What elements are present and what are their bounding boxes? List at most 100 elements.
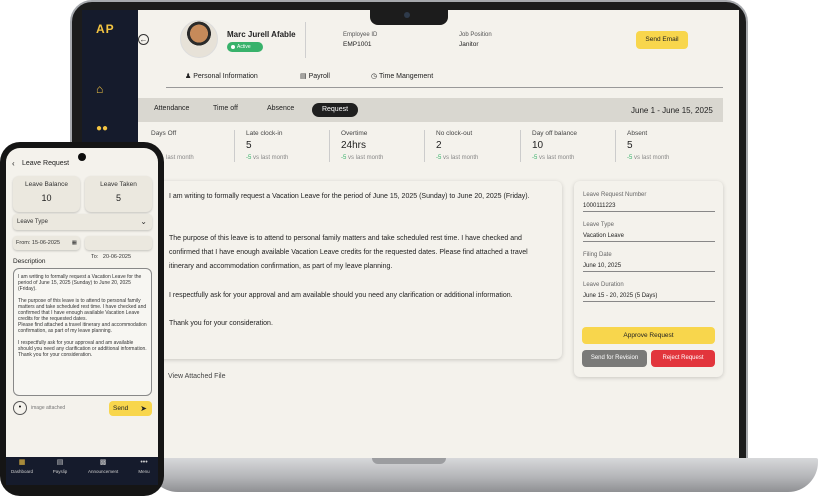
laptop-camera xyxy=(404,12,410,18)
leave-type-label: Leave Type xyxy=(583,222,614,228)
menu-dots-icon: ••• xyxy=(140,459,148,466)
stat-late-label: Late clock-in xyxy=(246,130,283,137)
description-label: Description xyxy=(13,258,46,265)
paperclip-icon[interactable]: • xyxy=(13,401,27,415)
nav-announcement[interactable]: ▩ Announcement xyxy=(88,457,118,474)
tab-time-management[interactable]: ◷ Time Mangement xyxy=(371,72,433,80)
leave-type-select[interactable]: Leave Type ⌄ xyxy=(13,214,152,230)
request-number-value: 1000111223 xyxy=(583,203,715,212)
tab-personal-information-label: Personal Information xyxy=(193,73,258,80)
people-icon[interactable]: ●● xyxy=(96,123,108,134)
leave-taken-label: Leave Taken xyxy=(100,181,137,188)
letter-paragraph-3: I respectfully ask for your approval and… xyxy=(169,292,513,299)
back-button[interactable]: ← xyxy=(138,34,149,45)
to-date-value: To: 20-06-2025 xyxy=(90,254,132,260)
phone-page-title: Leave Request xyxy=(22,160,70,167)
stat-late-value: 5 xyxy=(246,140,252,151)
stat-no-clock-out-value: 2 xyxy=(436,140,442,151)
date-range: June 1 - June 15, 2025 xyxy=(631,106,713,115)
stat-divider xyxy=(329,130,330,162)
send-arrow-icon: ➤ xyxy=(140,404,147,413)
letter-paragraph-2: The purpose of this leave is to attend t… xyxy=(169,235,528,270)
send-for-revision-button[interactable]: Send for Revision xyxy=(582,350,647,367)
tab-request[interactable]: Request xyxy=(312,103,358,117)
stat-late-sub: -5 vs last month xyxy=(246,155,289,161)
description-text: I am writing to formally request a Vacat… xyxy=(18,274,147,358)
employee-id-value: EMP1001 xyxy=(343,41,372,48)
laptop-base xyxy=(148,458,818,492)
from-date-value: From: 15-06-2025 xyxy=(16,240,61,246)
dashboard-icon: ▦ xyxy=(18,459,26,466)
status-badge: Active xyxy=(227,42,263,52)
job-position-label: Job Position xyxy=(459,32,492,38)
leave-duration-value: June 15 - 20, 2025 (5 Days) xyxy=(583,293,715,302)
phone-back-icon[interactable]: ‹ xyxy=(12,159,15,168)
leave-balance-label: Leave Balance xyxy=(24,181,68,188)
stat-overtime-sub: -5 vs last month xyxy=(341,155,384,161)
tab-attendance[interactable]: Attendance xyxy=(154,105,189,112)
stat-overtime-label: Overtime xyxy=(341,130,368,137)
leave-taken-card: Leave Taken 5 xyxy=(85,176,152,212)
leave-taken-value: 5 xyxy=(115,193,121,203)
approve-request-button[interactable]: Approve Request xyxy=(582,327,715,344)
stat-no-clock-out-sub: -5 vs last month xyxy=(436,155,479,161)
leave-duration-label: Leave Duration xyxy=(583,282,624,288)
avatar xyxy=(180,20,218,58)
view-attached-file-link[interactable]: View Attached File xyxy=(168,373,225,380)
stat-divider xyxy=(520,130,521,162)
announcement-icon: ▩ xyxy=(99,459,107,466)
leave-type-placeholder: Leave Type xyxy=(17,219,48,225)
leave-type-value: Vacation Leave xyxy=(583,233,715,242)
header-divider xyxy=(305,22,306,58)
employee-id-label: Employee ID xyxy=(343,32,378,38)
tab-time-management-label: Time Mangement xyxy=(378,73,434,80)
from-date-field[interactable]: From: 15-06-2025 ▦ xyxy=(13,236,80,250)
send-button[interactable]: Send ➤ xyxy=(109,401,152,416)
leave-balance-value: 10 xyxy=(41,193,52,203)
home-icon[interactable]: ⌂ xyxy=(96,82,103,96)
filing-date-label: Filing Date xyxy=(583,252,612,258)
clock-icon: ◷ xyxy=(371,73,378,80)
stat-divider xyxy=(615,130,616,162)
employee-name: Marc Jurell Afable xyxy=(227,30,296,39)
app-logo[interactable]: AP xyxy=(96,22,115,36)
send-email-button[interactable]: Send Email xyxy=(636,31,688,49)
tab-payroll-label: Payroll xyxy=(308,73,330,80)
stat-no-clock-out-label: No clock-out xyxy=(436,130,473,137)
nav-menu[interactable]: ••• Menu xyxy=(129,457,159,474)
attachment-label: image attached xyxy=(31,405,66,411)
leave-balance-card: Leave Balance 10 xyxy=(13,176,80,212)
phone-camera xyxy=(78,153,86,161)
stat-overtime-value: 24hrs xyxy=(341,140,367,151)
stat-divider xyxy=(234,130,235,162)
stat-day-off-balance-value: 10 xyxy=(532,140,544,151)
stat-days-off-label: Days Off xyxy=(151,130,177,137)
request-number-label: Leave Request Number xyxy=(583,192,647,198)
tab-payroll[interactable]: ▤ Payroll xyxy=(300,72,330,80)
filing-date-value: June 10, 2025 xyxy=(583,263,715,272)
calendar-icon: ▦ xyxy=(71,240,77,246)
person-icon: ♟ xyxy=(185,73,192,80)
tab-time-off[interactable]: Time off xyxy=(213,105,238,112)
letter-paragraph-4: Thank you for your consideration. xyxy=(169,320,273,327)
stat-divider xyxy=(424,130,425,162)
tab-absence[interactable]: Absence xyxy=(267,105,294,112)
stat-absent-value: 5 xyxy=(627,140,633,151)
phone-bottom-nav: ▦ Dashboard ▤ Payslip ▩ Announcement ••• Men… xyxy=(6,457,158,485)
payroll-icon: ▤ xyxy=(300,73,307,80)
to-date-field[interactable]: To: 20-06-2025 ▦ xyxy=(85,236,152,274)
nav-payslip[interactable]: ▤ Payslip xyxy=(45,457,75,474)
stat-day-off-balance-label: Day off balance xyxy=(532,130,578,137)
laptop-base-lip xyxy=(372,458,446,464)
stat-days-off-sub: last month xyxy=(166,155,194,161)
send-button-label: Send xyxy=(113,405,129,412)
stat-absent-sub: -5 vs last month xyxy=(627,155,670,161)
nav-dashboard[interactable]: ▦ Dashboard xyxy=(7,457,37,474)
stat-absent-label: Absent xyxy=(627,130,648,137)
chevron-down-icon: ⌄ xyxy=(140,217,147,226)
tab-personal-information[interactable]: ♟ Personal Information xyxy=(185,72,258,80)
payslip-icon: ▤ xyxy=(56,459,64,466)
letter-paragraph-1: I am writing to formally request a Vacat… xyxy=(169,193,530,200)
reject-request-button[interactable]: Reject Request xyxy=(651,350,715,367)
job-position-value: Janitor xyxy=(459,41,479,48)
